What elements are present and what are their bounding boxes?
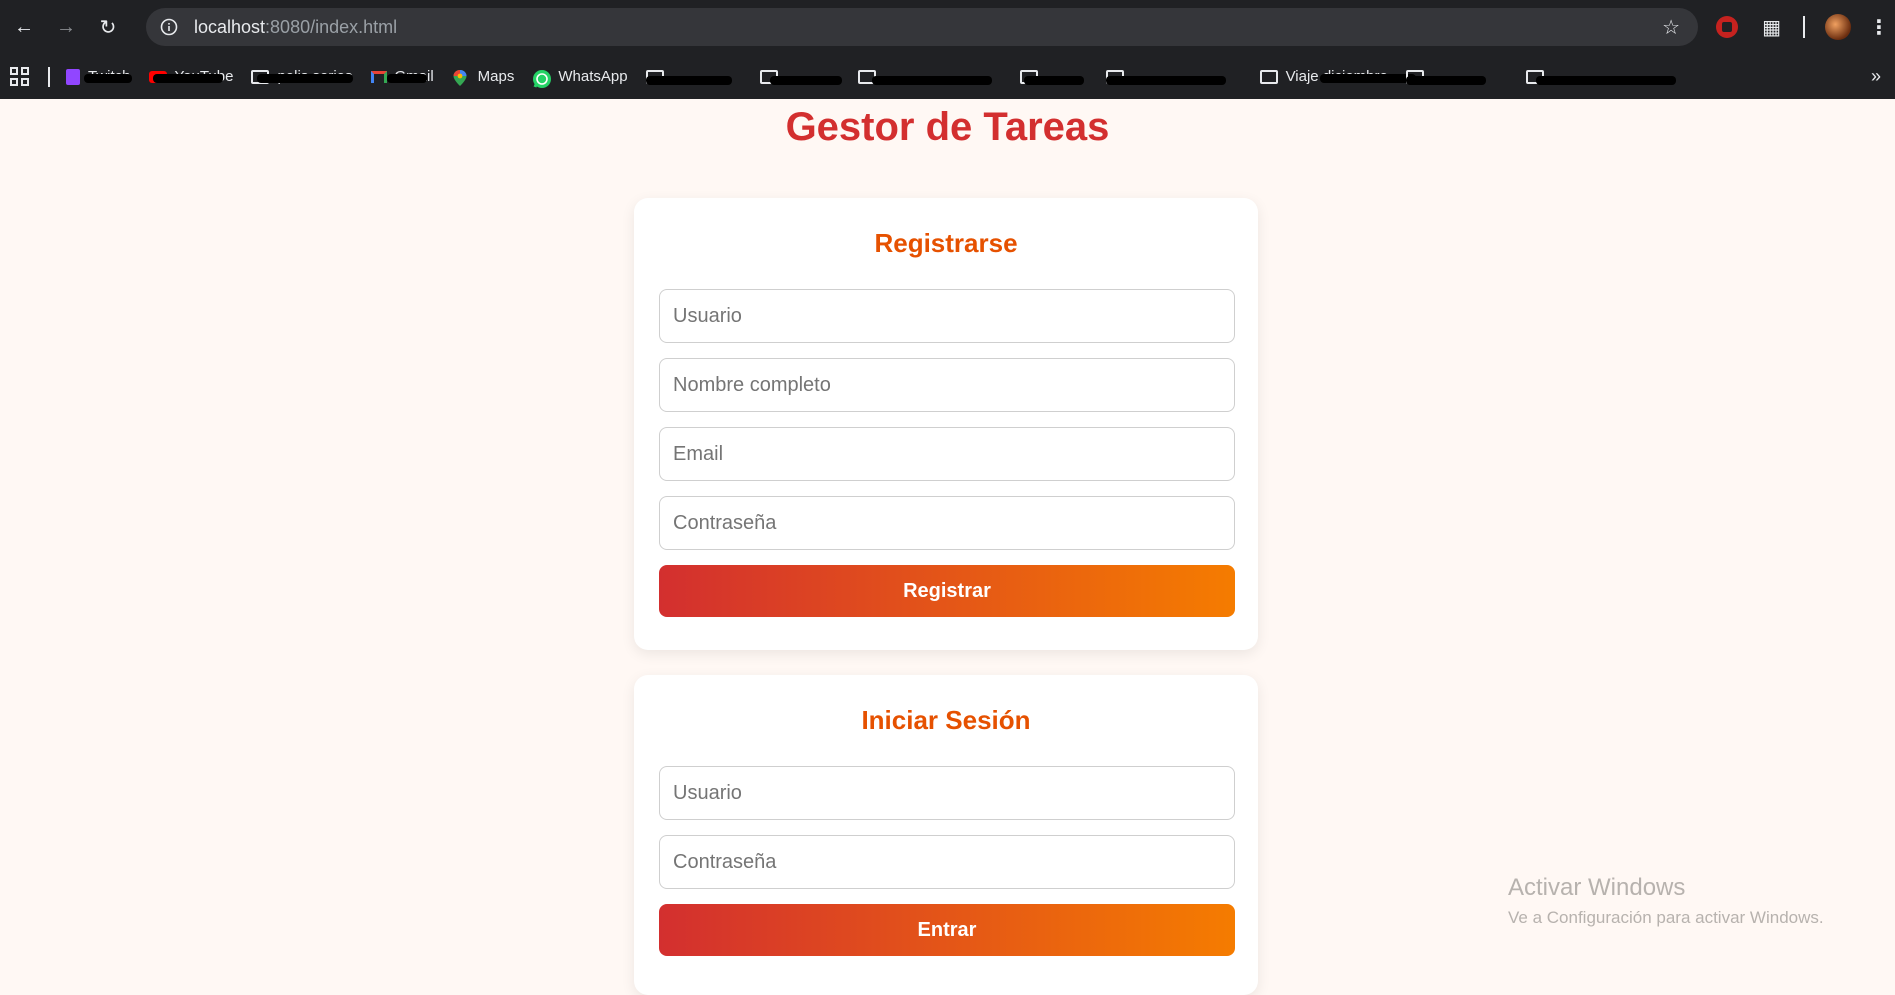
register-heading: Registrarse [874, 228, 1018, 258]
bookmarks-overflow-icon[interactable]: » [1871, 66, 1881, 87]
browser-chrome: ← → ↻ localhost:8080/index.html ☆ ▦ ⋮ T [0, 0, 1895, 99]
register-username-input[interactable] [659, 289, 1235, 343]
login-password-input[interactable] [659, 835, 1235, 889]
page-content: Gestor de Tareas Registrarse Registrar I… [0, 99, 1895, 995]
login-card: Iniciar Sesión Entrar [634, 675, 1258, 995]
bookmark-maps[interactable]: Maps [452, 68, 515, 86]
extensions-puzzle-icon[interactable]: ▦ [1762, 15, 1781, 40]
login-heading: Iniciar Sesión [861, 705, 1031, 735]
bookmark-folder[interactable] [1525, 69, 1692, 85]
bookmark-folder[interactable] [645, 69, 742, 85]
bookmarks-bar: Twitch YouTube pelis series Gmail Maps [0, 54, 1895, 99]
twitch-icon [66, 68, 80, 85]
url-text[interactable]: localhost:8080/index.html [194, 17, 397, 38]
address-bar[interactable]: localhost:8080/index.html ☆ [146, 8, 1698, 46]
bookmark-folder[interactable] [1019, 69, 1088, 85]
bookmark-star-icon[interactable]: ☆ [1662, 15, 1680, 40]
register-password-input[interactable] [659, 496, 1235, 550]
bookmarks-divider [48, 66, 50, 87]
windows-activation-watermark: Activar Windows Ve a Configuración para … [1508, 874, 1824, 928]
bookmark-folder[interactable] [759, 69, 842, 85]
bookmark-whatsapp[interactable]: WhatsApp [532, 68, 628, 88]
arrow-right-icon: → [56, 15, 76, 38]
maps-pin-icon [452, 69, 470, 86]
recording-extension-icon[interactable] [1716, 16, 1739, 38]
bookmark-pelis-series[interactable]: pelis series [251, 68, 354, 85]
reload-icon: ↻ [99, 16, 117, 39]
bookmark-label: WhatsApp [558, 68, 628, 85]
apps-grid-icon[interactable] [10, 66, 30, 87]
login-button[interactable]: Entrar [659, 904, 1235, 956]
register-email-input[interactable] [659, 427, 1235, 481]
whatsapp-icon [532, 69, 552, 88]
bookmark-twitch[interactable]: Twitch [66, 68, 132, 85]
reload-button[interactable]: ↻ [90, 9, 126, 45]
bookmark-folder[interactable] [1405, 69, 1508, 85]
page-title: Gestor de Tareas [785, 105, 1110, 149]
arrow-left-icon: ← [14, 15, 34, 38]
bookmark-viaje-diciembre[interactable]: Viaje diciembre [1259, 68, 1416, 85]
forward-button[interactable]: → [48, 9, 84, 45]
gmail-icon [370, 70, 387, 83]
bookmark-folder[interactable] [857, 69, 1002, 85]
back-button[interactable]: ← [6, 9, 42, 45]
bookmark-youtube[interactable]: YouTube [148, 68, 233, 85]
browser-toolbar: ← → ↻ localhost:8080/index.html ☆ ▦ ⋮ [0, 0, 1895, 54]
site-info-icon[interactable] [158, 16, 180, 38]
bookmark-label: Maps [477, 68, 515, 85]
watermark-subtitle: Ve a Configuración para activar Windows. [1508, 908, 1824, 927]
watermark-title: Activar Windows [1508, 874, 1686, 901]
bookmark-gmail[interactable]: Gmail [370, 68, 434, 85]
register-card: Registrarse Registrar [634, 198, 1258, 650]
url-path: :8080/index.html [265, 16, 398, 37]
profile-avatar[interactable] [1825, 14, 1851, 40]
folder-icon [1259, 69, 1278, 84]
register-fullname-input[interactable] [659, 358, 1235, 412]
bookmark-folder[interactable] [1105, 69, 1242, 85]
more-menu-icon[interactable]: ⋮ [1869, 15, 1889, 40]
url-host: localhost [194, 16, 266, 37]
register-button[interactable]: Registrar [659, 565, 1235, 617]
toolbar-divider [1803, 16, 1805, 38]
toolbar-right: ▦ ⋮ [1716, 0, 1895, 54]
login-username-input[interactable] [659, 766, 1235, 820]
